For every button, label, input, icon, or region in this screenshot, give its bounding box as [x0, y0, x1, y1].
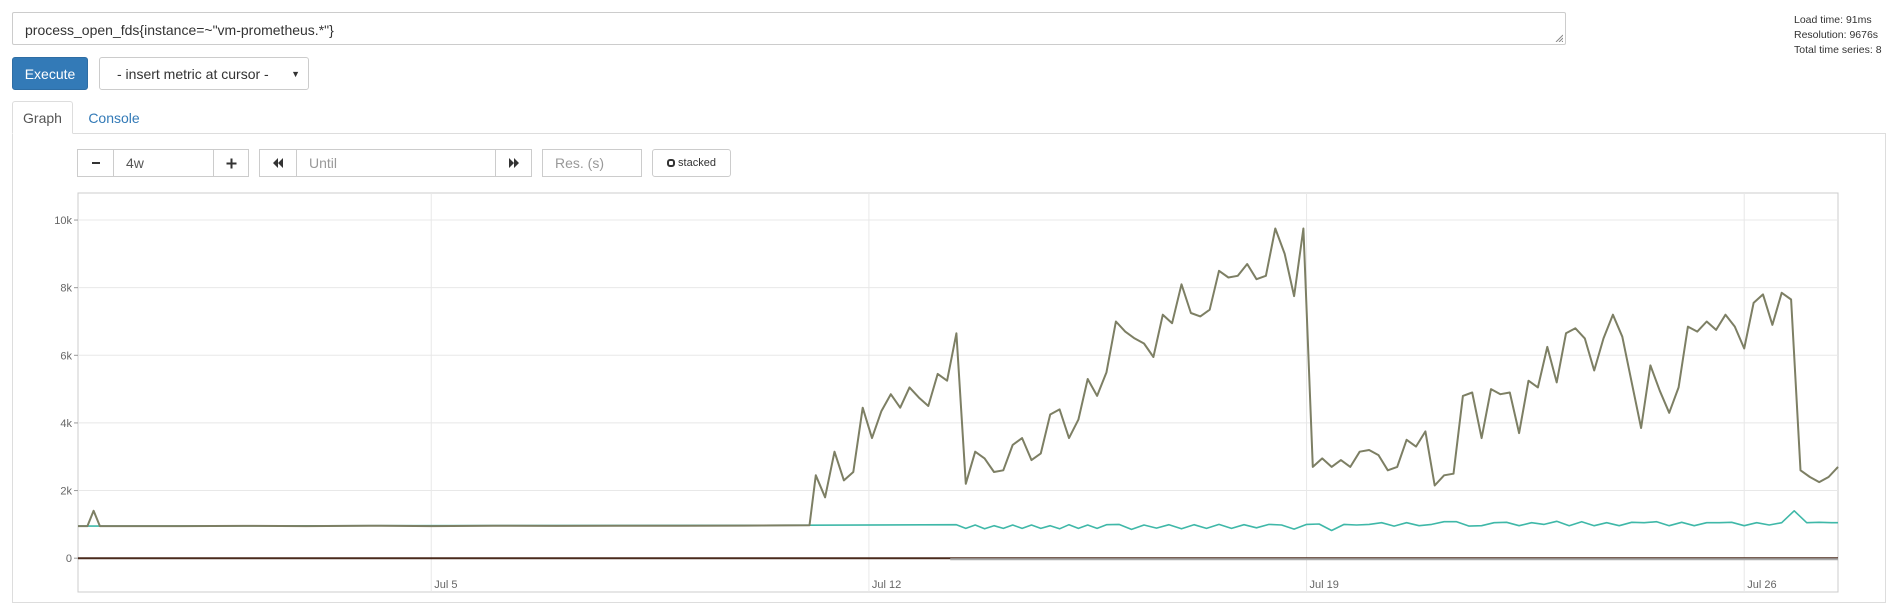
resolution-placeholder: Res. (s): [555, 155, 604, 171]
stacked-label: stacked: [678, 157, 716, 169]
range-input[interactable]: 4w: [113, 149, 214, 177]
end-time-back-button[interactable]: [259, 149, 297, 177]
range-value: 4w: [126, 155, 144, 171]
tab-graph[interactable]: Graph: [12, 101, 73, 134]
execute-button[interactable]: Execute: [12, 57, 88, 90]
series-line-main: [78, 227, 1839, 528]
forward-icon: [508, 158, 519, 168]
y-tick-label: 6k: [60, 350, 72, 362]
y-tick-label: 8k: [60, 283, 72, 295]
minus-icon: [91, 162, 100, 164]
query-stats: Load time: 91ms Resolution: 9676s Total …: [1794, 13, 1882, 58]
insert-metric-select[interactable]: - insert metric at cursor - ▼: [99, 57, 309, 90]
caret-down-icon: ▼: [291, 69, 300, 79]
end-time-input[interactable]: Until: [296, 149, 496, 177]
x-tick-label: Jul 26: [1747, 579, 1776, 591]
x-tick-label: Jul 19: [1310, 579, 1339, 591]
range-minus-button[interactable]: [77, 149, 114, 177]
y-tick-label: 0: [66, 553, 72, 565]
until-placeholder: Until: [309, 155, 338, 171]
resize-grip-icon[interactable]: [1555, 34, 1563, 42]
resolution: Resolution: 9676s: [1794, 29, 1879, 41]
backward-icon: [273, 158, 283, 168]
graph-chart: 0 2k 4k 6k 8k 10k Jul 5 Jul 12 Jul 19 Jul 26: [54, 192, 1839, 593]
insert-metric-label: - insert metric at cursor -: [117, 65, 269, 82]
stacked-toggle[interactable]: stacked: [652, 149, 731, 177]
expression-text: process_open_fds{instance=~"vm-prometheu…: [25, 22, 334, 38]
total-series: Total time series: 8: [1794, 44, 1882, 56]
x-tick-label: Jul 5: [434, 579, 457, 591]
x-tick-label: Jul 12: [872, 579, 901, 591]
range-plus-button[interactable]: [213, 149, 249, 177]
tab-console[interactable]: Console: [73, 101, 155, 134]
load-time: Load time: 91ms: [1794, 14, 1872, 26]
y-tick-label: 10k: [54, 215, 72, 227]
series-line-teal: [77, 510, 1838, 532]
checkbox-icon: [667, 159, 676, 167]
expression-input[interactable]: process_open_fds{instance=~"vm-prometheu…: [12, 12, 1566, 45]
y-tick-label: 4k: [60, 418, 72, 430]
plus-icon: [226, 158, 236, 168]
end-time-forward-button[interactable]: [495, 149, 532, 177]
plot-frame: [77, 192, 1839, 593]
y-tick-label: 2k: [60, 486, 72, 498]
resolution-input[interactable]: Res. (s): [542, 149, 642, 177]
